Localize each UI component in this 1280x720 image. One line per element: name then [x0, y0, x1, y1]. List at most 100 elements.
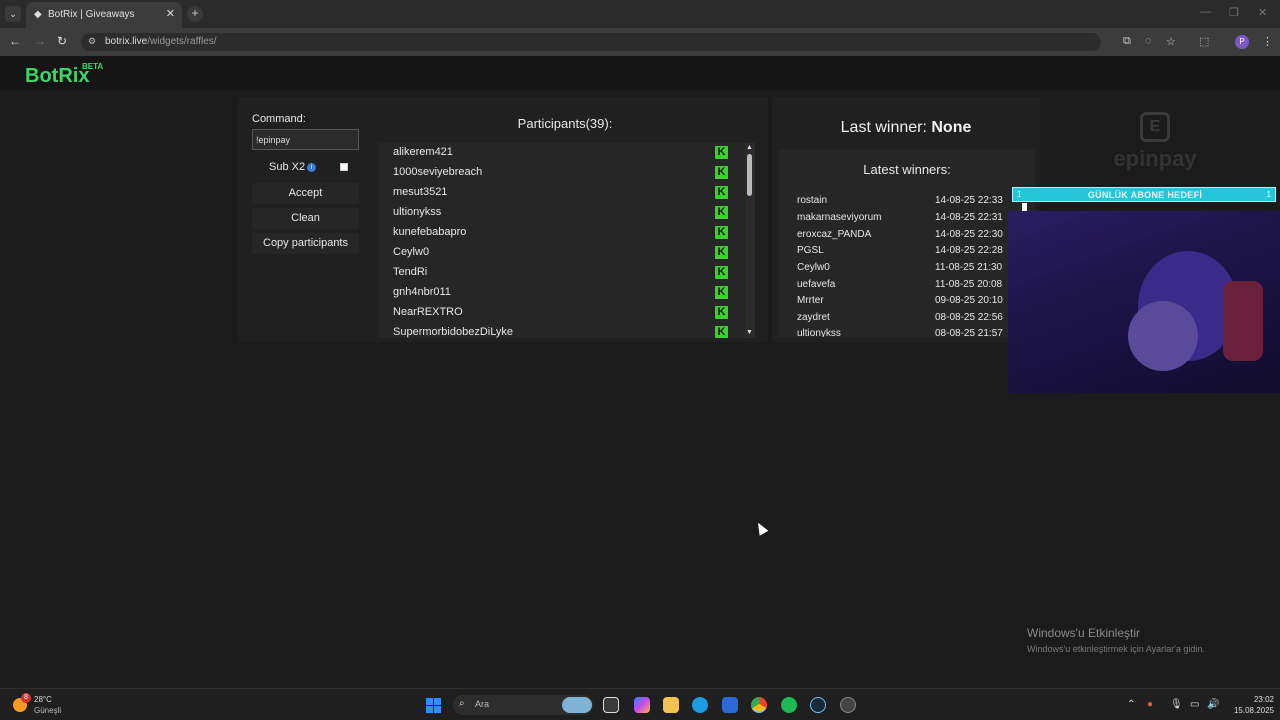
network-icon[interactable]: ▭ [1190, 699, 1199, 710]
sub-x2-checkbox[interactable] [340, 163, 348, 171]
copy-participants-button[interactable]: Copy participants [252, 233, 359, 254]
clean-button[interactable]: Clean [252, 208, 359, 229]
list-item: 1000seviyebreach K [378, 163, 745, 183]
clock-date: 15.08.2025 [1233, 706, 1274, 715]
address-bar[interactable]: ⚙ botrix.live/widgets/raffles/ [81, 33, 1101, 51]
subscriber-goal-bar: 1 GÜNLÜK ABONE HEDEFİ 1 [1012, 187, 1276, 202]
tray-app-icon[interactable]: ● [1147, 699, 1153, 710]
steam-icon[interactable] [810, 697, 826, 713]
participants-title: Participants(39): [517, 116, 613, 131]
participant-name: 1000seviyebreach [393, 166, 483, 178]
spotify-icon[interactable] [781, 697, 797, 713]
app-icon[interactable] [840, 697, 856, 713]
profile-avatar[interactable]: P [1235, 35, 1249, 49]
tab-search-chevron-icon[interactable]: ⌄ [5, 6, 21, 22]
table-row: eroxcaz_PANDA 14-08-25 22:30 [797, 229, 1003, 240]
forward-icon[interactable]: → [34, 34, 46, 48]
browser-menu-icon[interactable]: ⋮ [1262, 35, 1273, 48]
restore-icon[interactable]: ❐ [1229, 6, 1239, 19]
scroll-down-icon[interactable]: ▼ [746, 329, 753, 336]
command-label: Command: [252, 113, 306, 125]
url-text: botrix.live/widgets/raffles/ [105, 36, 217, 47]
scroll-thumb[interactable] [747, 154, 752, 196]
scroll-up-icon[interactable]: ▲ [746, 144, 753, 151]
store-icon[interactable] [722, 697, 738, 713]
taskbar-clock[interactable]: 23:02 15.08.2025 [1222, 694, 1274, 716]
task-view-icon[interactable] [603, 697, 619, 713]
file-explorer-icon[interactable] [663, 697, 679, 713]
table-row: ultionykss 08-08-25 21:57 [797, 328, 1003, 337]
volume-icon[interactable]: 🔊 [1207, 699, 1219, 710]
clock-time: 23:02 [1253, 695, 1274, 704]
epinpay-wordmark: epinpay [1113, 146, 1197, 171]
command-input[interactable] [252, 129, 359, 150]
list-item: alikerem421 K [378, 143, 745, 163]
new-tab-button[interactable]: + [187, 6, 203, 22]
kick-icon: K [715, 326, 728, 338]
minimize-icon[interactable]: — [1200, 6, 1211, 18]
kick-icon: K [715, 206, 728, 219]
weather-badge: 8 [21, 693, 31, 703]
activation-subtitle: Windows'u etkinleştirmek için Ayarlar'a … [1027, 644, 1205, 654]
epinpay-logo-icon: E [1140, 112, 1170, 142]
list-item: ultionykss K [378, 203, 745, 223]
windows-activation-watermark: Windows'u Etkinleştir Windows'u etkinleş… [1027, 626, 1205, 654]
info-icon[interactable]: i [307, 163, 316, 172]
accept-button[interactable]: Accept [252, 183, 359, 204]
bookmark-star-icon[interactable]: ☆ [1166, 35, 1176, 48]
widgets-icon[interactable] [562, 697, 592, 713]
tab-title: BotRix | Giveaways [48, 9, 135, 20]
back-icon[interactable]: ← [9, 34, 21, 48]
table-row: zaydret 08-08-25 22:56 [797, 312, 1003, 323]
kick-icon: K [715, 286, 728, 299]
eye-off-icon[interactable]: ◌ [1145, 35, 1152, 47]
last-winner: Last winner: None [840, 119, 972, 136]
list-item: NearREXTRO K [378, 303, 745, 323]
tray-chevron-icon[interactable]: ⌃ [1127, 699, 1135, 710]
translate-icon[interactable]: ⧉ [1123, 35, 1131, 48]
microphone-icon[interactable]: 🎙 [1170, 699, 1183, 710]
participant-name: kunefebabapro [393, 226, 467, 238]
participant-name: ultionykss [393, 206, 442, 218]
search-placeholder: Ara [475, 699, 490, 709]
sub-x2-label: Sub X2 [269, 161, 306, 173]
edge-icon[interactable] [692, 697, 708, 713]
chrome-icon[interactable] [751, 697, 767, 713]
weather-temperature[interactable]: 28°C [34, 695, 52, 704]
browser-toolbar: ← → ↻ ⚙ botrix.live/widgets/raffles/ ⧉ ◌… [0, 28, 1280, 56]
table-row: Mrrter 09-08-25 20:10 [797, 295, 1003, 306]
raffle-panel: Command: Sub X2 i Accept Clean Copy part… [238, 97, 768, 342]
extensions-icon[interactable]: ⬚ [1199, 35, 1209, 48]
site-info-icon[interactable]: ⚙ [88, 36, 96, 47]
list-item: mesut3521 K [378, 183, 745, 203]
weather-condition[interactable]: Güneşli [34, 706, 61, 715]
table-row: Ceylw0 11-08-25 21:30 [797, 262, 1003, 273]
activation-title: Windows'u Etkinleştir [1027, 626, 1140, 640]
window-close-icon[interactable]: ✕ [1258, 6, 1267, 19]
kick-icon: K [715, 166, 728, 179]
table-row: rostain 14-08-25 22:33 [797, 195, 1003, 206]
search-icon: ⌕ [459, 698, 465, 709]
latest-winners-box: Latest winners: rostain 14-08-25 22:33 ma… [779, 150, 1035, 337]
botrix-favicon-icon: ◆ [34, 9, 42, 20]
participant-name: alikerem421 [393, 146, 453, 158]
windows-start-icon[interactable] [426, 698, 441, 713]
botrix-logo[interactable]: BotRix [25, 65, 89, 88]
tab-close-icon[interactable]: ✕ [166, 7, 175, 20]
list-item: gnh4nbr011 K [378, 283, 745, 303]
last-winner-value: None [931, 119, 972, 136]
participant-name: TendRi [393, 266, 428, 278]
goal-target: 1 [1266, 190, 1271, 199]
reload-icon[interactable]: ↻ [57, 34, 67, 48]
list-item: Ceylw0 K [378, 243, 745, 263]
table-row: uefavefa 11-08-25 20:08 [797, 279, 1003, 290]
participants-scrollbar[interactable]: ▲ ▼ [745, 143, 755, 338]
kick-icon: K [715, 146, 728, 159]
browser-tab[interactable]: ◆ BotRix | Giveaways ✕ [26, 2, 182, 28]
beta-badge: BETA [82, 62, 104, 71]
goal-label: GÜNLÜK ABONE HEDEFİ [1087, 190, 1203, 200]
copilot-icon[interactable] [634, 697, 650, 713]
kick-icon: K [715, 246, 728, 259]
list-item: TendRi K [378, 263, 745, 283]
participants-list: alikerem421 K 1000seviyebreach K mesut3521… [378, 143, 745, 338]
